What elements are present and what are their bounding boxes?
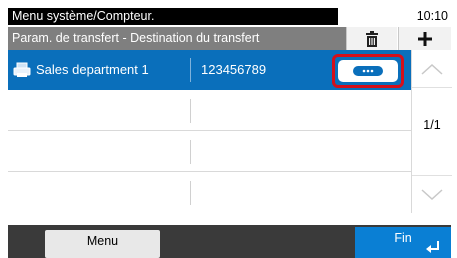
column-divider	[190, 140, 191, 164]
destination-name: Sales department 1	[36, 62, 149, 77]
list-item[interactable]	[8, 132, 411, 172]
more-ellipsis-icon	[353, 66, 383, 76]
printer-icon	[13, 62, 31, 77]
breadcrumb: Param. de transfert - Destination du tra…	[8, 27, 346, 50]
chevron-down-icon	[421, 188, 443, 200]
scroll-down-button[interactable]	[412, 175, 452, 213]
menu-button[interactable]: Menu	[45, 230, 160, 258]
chevron-up-icon	[421, 63, 443, 75]
delete-button[interactable]	[346, 27, 397, 50]
add-button[interactable]	[398, 27, 451, 50]
detail-button[interactable]	[338, 60, 398, 82]
enter-arrow-icon	[426, 241, 439, 253]
scroll-column: 1/1	[411, 50, 452, 213]
status-time: 10:10	[416, 9, 448, 23]
destination-list: Sales department 1 123456789	[8, 50, 411, 213]
column-divider	[190, 181, 191, 205]
scroll-up-button[interactable]	[412, 50, 452, 88]
column-divider	[190, 58, 191, 82]
column-divider	[190, 99, 191, 123]
status-title: Menu système/Compteur.	[8, 8, 338, 25]
destination-number: 123456789	[201, 62, 267, 77]
list-item[interactable]	[8, 91, 411, 131]
trash-icon	[366, 30, 378, 47]
list-item[interactable]	[8, 173, 411, 213]
page-indicator: 1/1	[423, 118, 441, 132]
list-item-selected[interactable]: Sales department 1 123456789	[8, 50, 411, 90]
plus-icon	[418, 31, 432, 46]
